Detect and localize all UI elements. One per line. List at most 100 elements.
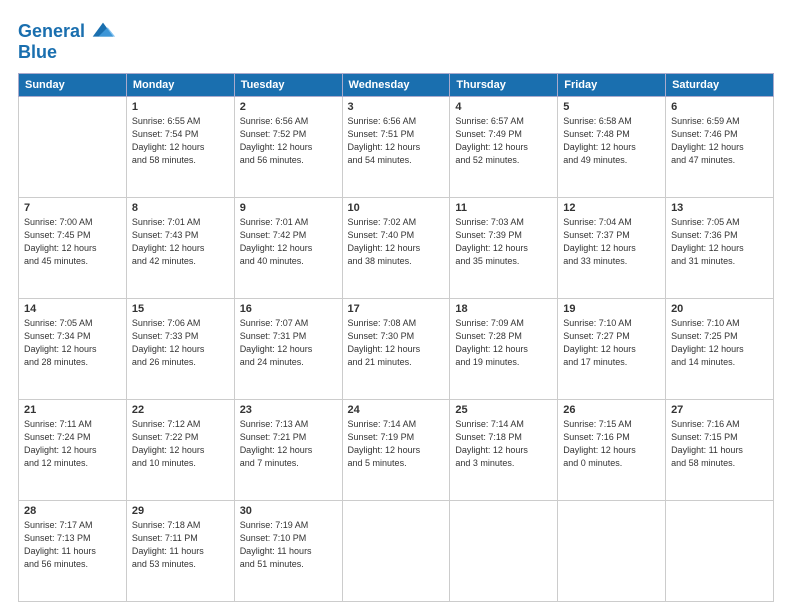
day-number: 9 xyxy=(240,202,337,214)
calendar-cell: 1Sunrise: 6:55 AM Sunset: 7:54 PM Daylig… xyxy=(126,97,234,198)
day-info: Sunrise: 7:14 AM Sunset: 7:18 PM Dayligh… xyxy=(455,418,552,470)
weekday-header-monday: Monday xyxy=(126,74,234,97)
day-number: 15 xyxy=(132,303,229,315)
day-info: Sunrise: 7:12 AM Sunset: 7:22 PM Dayligh… xyxy=(132,418,229,470)
calendar-cell: 27 Sunrise: 7:16 AM Sunset: 7:15 PM Dayli… xyxy=(666,400,774,501)
day-number: 6 xyxy=(671,101,768,113)
day-info: Sunrise: 6:58 AM Sunset: 7:48 PM Dayligh… xyxy=(563,115,660,167)
calendar-cell xyxy=(558,501,666,602)
calendar-cell: 25 Sunrise: 7:14 AM Sunset: 7:18 PM Dayli… xyxy=(450,400,558,501)
day-number: 19 xyxy=(563,303,660,315)
calendar-cell xyxy=(342,501,450,602)
calendar-cell: 12 Sunrise: 7:04 AM Sunset: 7:37 PM Dayli… xyxy=(558,198,666,299)
day-number: 20 xyxy=(671,303,768,315)
day-number: 27 xyxy=(671,404,768,416)
day-number: 22 xyxy=(132,404,229,416)
day-number: 29 xyxy=(132,505,229,517)
day-number: 2 xyxy=(240,101,337,113)
day-info: Sunrise: 6:57 AM Sunset: 7:49 PM Dayligh… xyxy=(455,115,552,167)
day-number: 17 xyxy=(348,303,445,315)
day-info: Sunrise: 7:10 AM Sunset: 7:27 PM Dayligh… xyxy=(563,317,660,369)
calendar-cell: 16 Sunrise: 7:07 AM Sunset: 7:31 PM Dayli… xyxy=(234,299,342,400)
calendar-cell: 29 Sunrise: 7:18 AM Sunset: 7:11 PM Dayli… xyxy=(126,501,234,602)
day-number: 11 xyxy=(455,202,552,214)
calendar-cell: 10Sunrise: 7:02 AM Sunset: 7:40 PM Dayli… xyxy=(342,198,450,299)
day-info: Sunrise: 7:09 AM Sunset: 7:28 PM Dayligh… xyxy=(455,317,552,369)
week-row-1: 1Sunrise: 6:55 AM Sunset: 7:54 PM Daylig… xyxy=(19,97,774,198)
day-info: Sunrise: 6:56 AM Sunset: 7:51 PM Dayligh… xyxy=(348,115,445,167)
day-info: Sunrise: 7:16 AM Sunset: 7:15 PM Dayligh… xyxy=(671,418,768,470)
day-info: Sunrise: 6:59 AM Sunset: 7:46 PM Dayligh… xyxy=(671,115,768,167)
weekday-header-saturday: Saturday xyxy=(666,74,774,97)
day-number: 30 xyxy=(240,505,337,517)
calendar-cell: 23 Sunrise: 7:13 AM Sunset: 7:21 PM Dayli… xyxy=(234,400,342,501)
day-info: Sunrise: 7:07 AM Sunset: 7:31 PM Dayligh… xyxy=(240,317,337,369)
calendar-cell: 9 Sunrise: 7:01 AM Sunset: 7:42 PM Daylig… xyxy=(234,198,342,299)
day-info: Sunrise: 7:14 AM Sunset: 7:19 PM Dayligh… xyxy=(348,418,445,470)
day-info: Sunrise: 7:19 AM Sunset: 7:10 PM Dayligh… xyxy=(240,519,337,571)
day-info: Sunrise: 7:02 AM Sunset: 7:40 PM Dayligh… xyxy=(348,216,445,268)
day-number: 14 xyxy=(24,303,121,315)
day-number: 4 xyxy=(455,101,552,113)
day-number: 23 xyxy=(240,404,337,416)
calendar-cell: 19 Sunrise: 7:10 AM Sunset: 7:27 PM Dayli… xyxy=(558,299,666,400)
day-number: 21 xyxy=(24,404,121,416)
day-number: 28 xyxy=(24,505,121,517)
calendar-cell: 7 Sunrise: 7:00 AM Sunset: 7:45 PM Daylig… xyxy=(19,198,127,299)
calendar-cell: 18 Sunrise: 7:09 AM Sunset: 7:28 PM Dayli… xyxy=(450,299,558,400)
day-info: Sunrise: 7:05 AM Sunset: 7:34 PM Dayligh… xyxy=(24,317,121,369)
day-number: 16 xyxy=(240,303,337,315)
day-number: 26 xyxy=(563,404,660,416)
day-info: Sunrise: 7:15 AM Sunset: 7:16 PM Dayligh… xyxy=(563,418,660,470)
day-number: 12 xyxy=(563,202,660,214)
day-info: Sunrise: 7:17 AM Sunset: 7:13 PM Dayligh… xyxy=(24,519,121,571)
weekday-header-friday: Friday xyxy=(558,74,666,97)
calendar-cell: 17 Sunrise: 7:08 AM Sunset: 7:30 PM Dayli… xyxy=(342,299,450,400)
day-number: 13 xyxy=(671,202,768,214)
day-info: Sunrise: 7:13 AM Sunset: 7:21 PM Dayligh… xyxy=(240,418,337,470)
day-info: Sunrise: 7:18 AM Sunset: 7:11 PM Dayligh… xyxy=(132,519,229,571)
calendar-cell: 2 Sunrise: 6:56 AM Sunset: 7:52 PM Daylig… xyxy=(234,97,342,198)
calendar-cell: 26 Sunrise: 7:15 AM Sunset: 7:16 PM Dayli… xyxy=(558,400,666,501)
day-number: 8 xyxy=(132,202,229,214)
logo-text: General xyxy=(18,22,85,42)
calendar-cell: 3 Sunrise: 6:56 AM Sunset: 7:51 PM Daylig… xyxy=(342,97,450,198)
day-info: Sunrise: 7:01 AM Sunset: 7:42 PM Dayligh… xyxy=(240,216,337,268)
day-number: 5 xyxy=(563,101,660,113)
day-number: 24 xyxy=(348,404,445,416)
day-info: Sunrise: 7:08 AM Sunset: 7:30 PM Dayligh… xyxy=(348,317,445,369)
calendar-cell: 6 Sunrise: 6:59 AM Sunset: 7:46 PM Daylig… xyxy=(666,97,774,198)
calendar-cell xyxy=(666,501,774,602)
day-info: Sunrise: 7:11 AM Sunset: 7:24 PM Dayligh… xyxy=(24,418,121,470)
calendar-cell: 22 Sunrise: 7:12 AM Sunset: 7:22 PM Dayli… xyxy=(126,400,234,501)
day-number: 7 xyxy=(24,202,121,214)
calendar-cell: 28 Sunrise: 7:17 AM Sunset: 7:13 PM Dayli… xyxy=(19,501,127,602)
weekday-header-tuesday: Tuesday xyxy=(234,74,342,97)
calendar-table: SundayMondayTuesdayWednesdayThursdayFrid… xyxy=(18,73,774,602)
calendar-cell: 13Sunrise: 7:05 AM Sunset: 7:36 PM Dayli… xyxy=(666,198,774,299)
day-number: 3 xyxy=(348,101,445,113)
calendar-cell: 14 Sunrise: 7:05 AM Sunset: 7:34 PM Dayli… xyxy=(19,299,127,400)
day-info: Sunrise: 7:01 AM Sunset: 7:43 PM Dayligh… xyxy=(132,216,229,268)
day-info: Sunrise: 7:04 AM Sunset: 7:37 PM Dayligh… xyxy=(563,216,660,268)
day-info: Sunrise: 7:00 AM Sunset: 7:45 PM Dayligh… xyxy=(24,216,121,268)
day-info: Sunrise: 6:56 AM Sunset: 7:52 PM Dayligh… xyxy=(240,115,337,167)
calendar-cell xyxy=(450,501,558,602)
day-number: 25 xyxy=(455,404,552,416)
week-row-5: 28 Sunrise: 7:17 AM Sunset: 7:13 PM Dayli… xyxy=(19,501,774,602)
weekday-header-wednesday: Wednesday xyxy=(342,74,450,97)
page-header: General Blue xyxy=(18,18,774,63)
day-info: Sunrise: 7:10 AM Sunset: 7:25 PM Dayligh… xyxy=(671,317,768,369)
weekday-header-row: SundayMondayTuesdayWednesdayThursdayFrid… xyxy=(19,74,774,97)
calendar-cell: 11 Sunrise: 7:03 AM Sunset: 7:39 PM Dayli… xyxy=(450,198,558,299)
day-info: Sunrise: 7:03 AM Sunset: 7:39 PM Dayligh… xyxy=(455,216,552,268)
calendar-cell xyxy=(19,97,127,198)
day-number: 18 xyxy=(455,303,552,315)
day-info: Sunrise: 7:06 AM Sunset: 7:33 PM Dayligh… xyxy=(132,317,229,369)
calendar-cell: 5 Sunrise: 6:58 AM Sunset: 7:48 PM Daylig… xyxy=(558,97,666,198)
logo-icon xyxy=(89,18,117,46)
calendar-cell: 21 Sunrise: 7:11 AM Sunset: 7:24 PM Dayli… xyxy=(19,400,127,501)
calendar-cell: 20 Sunrise: 7:10 AM Sunset: 7:25 PM Dayli… xyxy=(666,299,774,400)
calendar-cell: 8 Sunrise: 7:01 AM Sunset: 7:43 PM Daylig… xyxy=(126,198,234,299)
weekday-header-thursday: Thursday xyxy=(450,74,558,97)
